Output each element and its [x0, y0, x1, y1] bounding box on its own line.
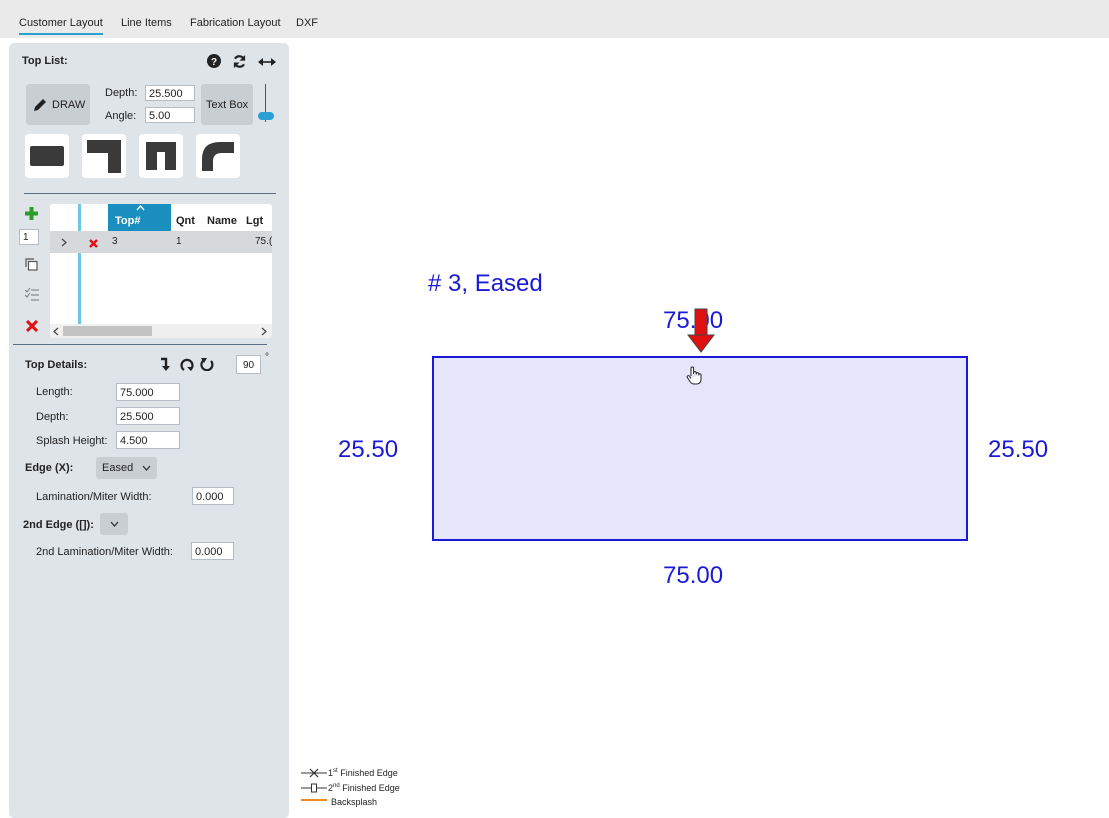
zoom-slider-thumb[interactable]: [258, 112, 274, 120]
rotation-angle-input[interactable]: 90: [236, 355, 261, 374]
length-input[interactable]: 75.000: [116, 383, 180, 401]
column-header-qnt[interactable]: Qnt: [176, 215, 195, 227]
draw-button[interactable]: DRAW: [26, 84, 90, 125]
scroll-right-icon[interactable]: [261, 327, 267, 336]
curved-shape-icon: [202, 142, 234, 171]
chevron-down-icon: [142, 465, 151, 471]
second-edge-text: Finished Edge: [342, 783, 400, 793]
tab-bar: Customer Layout Line Items Fabrication L…: [0, 0, 1109, 38]
details-depth-label: Depth:: [36, 411, 69, 423]
shape-u-button[interactable]: [139, 134, 183, 178]
pencil-icon: [34, 99, 46, 111]
first-edge-text: Finished Edge: [340, 768, 398, 778]
u-shape-icon: [146, 142, 176, 170]
scroll-left-icon[interactable]: [53, 327, 59, 336]
chevron-down-icon: [110, 521, 119, 527]
bottom-dimension: 75.00: [663, 562, 724, 589]
add-icon[interactable]: [25, 207, 38, 220]
help-icon[interactable]: ?: [207, 54, 221, 68]
edge-select[interactable]: Eased: [96, 457, 157, 479]
refresh-icon[interactable]: [232, 54, 247, 69]
drawing-canvas[interactable]: # 3, Eased 75.00 25.50 25.50 75.00 1st F…: [290, 38, 1109, 818]
shape-l-button[interactable]: [82, 134, 126, 178]
edge-selector-arrow-icon[interactable]: [687, 308, 715, 354]
cell-top: 3: [112, 236, 118, 247]
left-dimension: 25.50: [338, 436, 399, 463]
expand-row-icon[interactable]: [61, 238, 67, 247]
grid-accent-bar: [78, 204, 81, 338]
depth-input[interactable]: 25.500: [145, 85, 195, 101]
top-list-title: Top List:: [22, 55, 68, 67]
cell-lgt: 75.(: [255, 236, 272, 247]
second-lamination-width-label: 2nd Lamination/Miter Width:: [36, 546, 173, 558]
table-row[interactable]: 3 1 75.(: [50, 231, 272, 253]
second-lamination-width-input[interactable]: 0.000: [191, 542, 234, 560]
second-edge-select[interactable]: [100, 513, 128, 535]
edge-label: Edge (X):: [25, 462, 74, 474]
second-superscript: nd: [333, 783, 340, 789]
backsplash-symbol-icon: [301, 799, 327, 801]
splash-height-input[interactable]: 4.500: [116, 431, 180, 449]
text-box-button[interactable]: Text Box: [201, 84, 253, 125]
right-dimension: 25.50: [988, 436, 1049, 463]
legend-second-finished-edge: 2nd Finished Edge: [328, 783, 400, 793]
scrollbar-thumb[interactable]: [63, 326, 152, 336]
divider: [13, 344, 267, 345]
row-delete-icon[interactable]: [89, 239, 98, 248]
l-shape-icon: [87, 140, 121, 173]
delete-icon[interactable]: [26, 320, 38, 332]
first-finished-edge-symbol-icon: [301, 768, 327, 778]
top-details-title: Top Details:: [25, 359, 88, 371]
lamination-width-label: Lamination/Miter Width:: [36, 491, 152, 503]
draw-label: DRAW: [52, 99, 86, 111]
shape-curved-button[interactable]: [196, 134, 240, 178]
divider: [24, 193, 276, 194]
length-label: Length:: [36, 386, 73, 398]
sorted-column-header[interactable]: Top#: [108, 204, 171, 231]
tab-customer-layout[interactable]: Customer Layout: [19, 17, 103, 35]
legend-first-finished-edge: 1st Finished Edge: [328, 768, 398, 778]
hand-cursor-icon: [686, 366, 702, 385]
sort-up-icon: [136, 205, 145, 211]
rotate-left-icon[interactable]: [200, 357, 214, 371]
edge-select-value: Eased: [102, 462, 134, 474]
details-depth-input[interactable]: 25.500: [116, 407, 180, 425]
rotate-turn-icon[interactable]: [160, 357, 173, 371]
expand-horizontal-icon[interactable]: [258, 57, 276, 67]
checklist-icon[interactable]: [25, 287, 39, 301]
shape-rectangle-button[interactable]: [25, 134, 69, 178]
lamination-width-input[interactable]: 0.000: [192, 487, 234, 505]
text-box-label: Text Box: [206, 99, 249, 111]
copy-icon[interactable]: [25, 258, 38, 271]
angle-input[interactable]: 5.00: [145, 107, 195, 123]
second-edge-label: 2nd Edge ([]):: [23, 519, 94, 531]
rotate-right-icon[interactable]: [180, 357, 194, 371]
cell-qnt: 1: [176, 236, 182, 247]
tab-line-items[interactable]: Line Items: [121, 17, 172, 33]
splash-height-label: Splash Height:: [36, 435, 108, 447]
tops-grid: Top# Qnt Name Lgt 3 1 75.(: [50, 204, 272, 338]
column-header-name[interactable]: Name: [207, 215, 237, 227]
tab-dxf[interactable]: DXF: [296, 17, 318, 33]
angle-label: Angle:: [105, 110, 137, 122]
first-superscript: st: [333, 768, 338, 774]
column-header-top: Top#: [115, 215, 141, 227]
piece-title: # 3, Eased: [428, 270, 543, 297]
legend-backsplash: Backsplash: [331, 797, 378, 807]
quantity-input[interactable]: 1: [19, 229, 39, 245]
svg-text:?: ?: [211, 57, 217, 68]
left-panel: Top List: ? DRAW Depth: 25.500 Angle: 5.…: [9, 43, 289, 818]
edge-legend: 1st Finished Edge 2nd Finished Edge Back…: [301, 764, 441, 812]
tab-fabrication-layout[interactable]: Fabrication Layout: [190, 17, 281, 33]
column-header-lgt[interactable]: Lgt: [246, 215, 263, 227]
rectangle-shape-icon: [30, 146, 64, 166]
depth-label: Depth:: [105, 87, 138, 99]
degree-symbol: °: [265, 352, 269, 363]
horizontal-scrollbar[interactable]: [50, 324, 272, 338]
second-finished-edge-symbol-icon: [301, 783, 327, 793]
